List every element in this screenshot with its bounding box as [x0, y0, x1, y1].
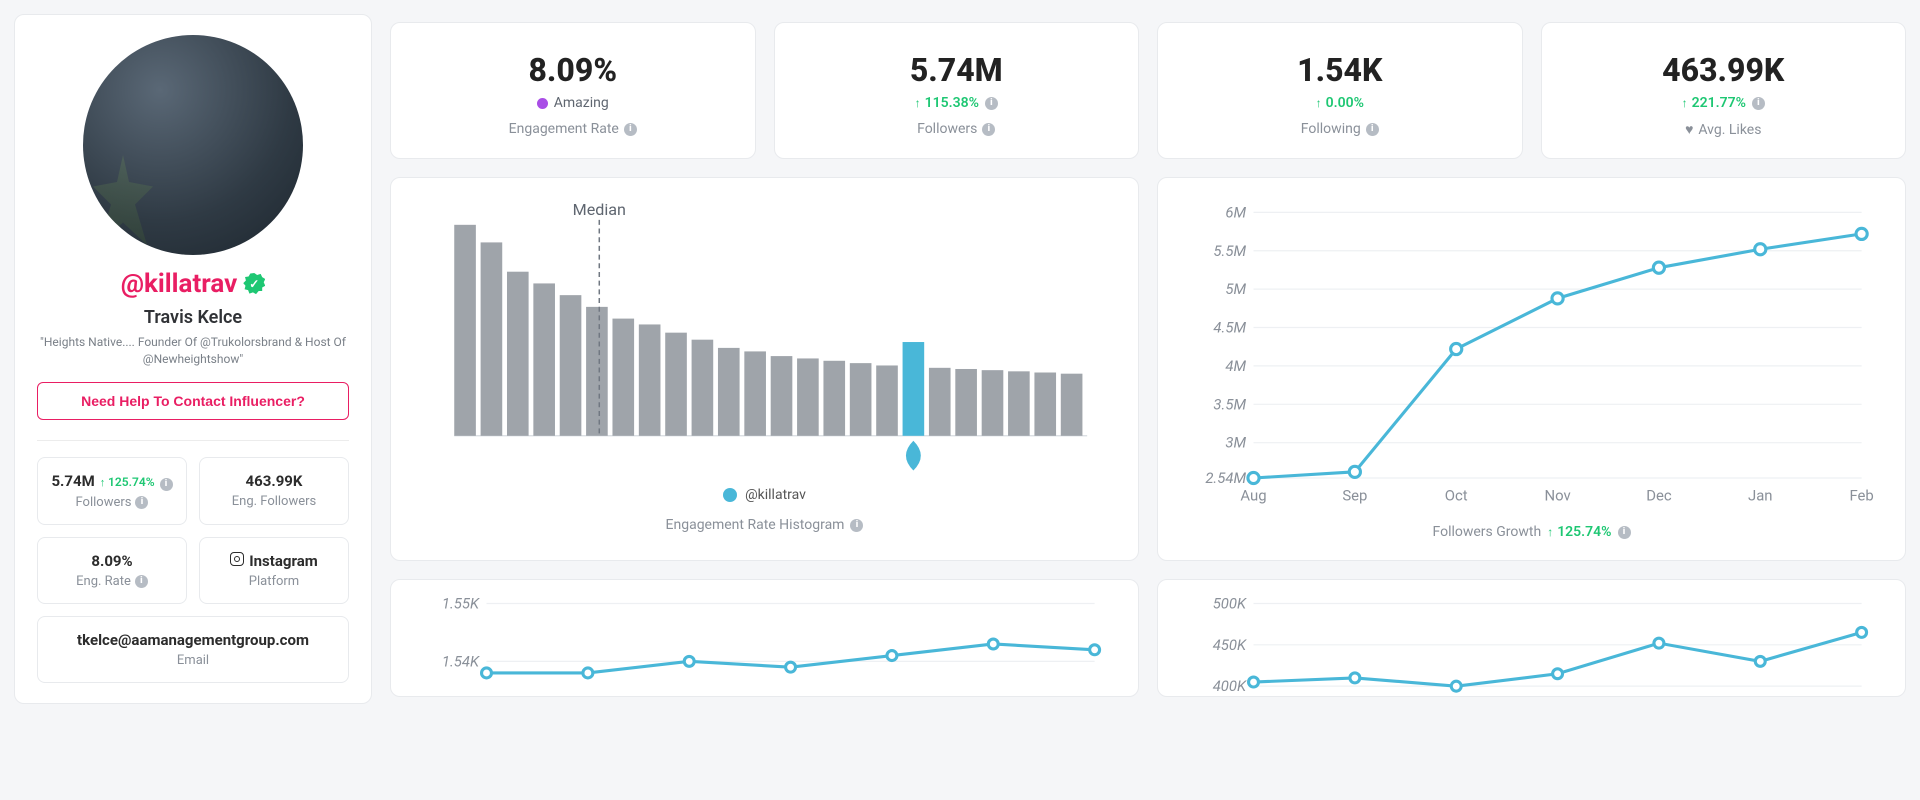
mid-charts-row: Median @killatrav Engagement Rate Histog…	[390, 177, 1906, 561]
panel-bottom-right: 400K 450K 500K	[1157, 579, 1906, 696]
svg-text:400K: 400K	[1213, 677, 1247, 695]
info-icon[interactable]	[850, 519, 863, 532]
svg-text:1.55K: 1.55K	[442, 596, 480, 612]
profile-mini-grid: 5.74M 125.74% Followers 463.99K Eng. Fol…	[37, 457, 349, 683]
histogram-caption: Engagement Rate Histogram	[417, 517, 1112, 533]
bottom-charts-row: 1.54K 1.55K 400K 450K 500K	[390, 579, 1906, 696]
mini-platform-value: Instagram	[249, 552, 317, 570]
mini-engrate-value: 8.09%	[91, 552, 132, 570]
stat-avglikes-value: 463.99K	[1552, 51, 1896, 89]
followers-growth-chart[interactable]: 2.54M 3M 3.5M 4M 4.5M 5M 5.5M 6M Aug Sep Oct Nov Dec…	[1184, 200, 1879, 510]
stat-followers-value: 5.74M	[785, 51, 1129, 89]
stat-card-following[interactable]: 1.54K 0.00% Following	[1157, 22, 1523, 159]
stat-card-engagement-rate[interactable]: 8.09% Amazing Engagement Rate	[390, 22, 756, 159]
histogram-legend-text: @killatrav	[745, 487, 806, 503]
svg-text:4.5M: 4.5M	[1213, 319, 1246, 337]
stat-followers-delta: 115.38%	[915, 95, 979, 111]
profile-sidebar: @killatrav Travis Kelce "Heights Native.…	[14, 14, 372, 704]
svg-text:1.54K: 1.54K	[442, 653, 480, 671]
stat-following-delta: 0.00%	[1316, 95, 1364, 111]
avatar[interactable]	[83, 35, 303, 255]
svg-text:500K: 500K	[1213, 596, 1247, 612]
display-name: Travis Kelce	[37, 307, 349, 328]
info-icon[interactable]	[985, 97, 998, 110]
info-icon[interactable]	[1752, 97, 1765, 110]
panel-bottom-left: 1.54K 1.55K	[390, 579, 1139, 696]
instagram-icon	[230, 552, 244, 566]
legend-swatch-icon	[723, 488, 737, 502]
svg-text:Nov: Nov	[1544, 486, 1570, 504]
avatar-wrap	[37, 35, 349, 255]
stat-following-value: 1.54K	[1168, 51, 1512, 89]
mini-engrate-label: Eng. Rate	[76, 574, 148, 589]
verified-icon	[243, 273, 265, 295]
stat-card-followers[interactable]: 5.74M 115.38% Followers	[774, 22, 1140, 159]
stat-card-avg-likes[interactable]: 463.99K 221.77% ♥ Avg. Likes	[1541, 22, 1907, 159]
stat-engagement-value: 8.09%	[401, 51, 745, 89]
main-content: 8.09% Amazing Engagement Rate 5.74M 115.…	[390, 14, 1906, 704]
mini-followers-value: 5.74M	[51, 472, 94, 490]
info-icon[interactable]	[135, 496, 148, 509]
info-icon[interactable]	[624, 123, 637, 136]
mini-platform-label: Platform	[249, 574, 299, 589]
info-icon[interactable]	[982, 123, 995, 136]
svg-text:2.54M: 2.54M	[1205, 469, 1246, 487]
stat-engagement-label: Engagement Rate	[509, 121, 637, 137]
mini-card-platform[interactable]: Instagram Platform	[199, 537, 349, 604]
mini-card-followers[interactable]: 5.74M 125.74% Followers	[37, 457, 187, 525]
stat-following-label: Following	[1301, 121, 1379, 137]
svg-text:4M: 4M	[1225, 357, 1246, 375]
stat-avglikes-label: ♥ Avg. Likes	[1685, 121, 1761, 138]
mini-followers-delta: 125.74%	[100, 475, 155, 489]
divider	[37, 440, 349, 441]
growth-caption: Followers Growth 125.74%	[1184, 524, 1879, 540]
mini-card-email[interactable]: tkelce@aamanagementgroup.com Email	[37, 616, 349, 683]
stat-followers-label: Followers	[917, 121, 995, 137]
info-icon[interactable]	[160, 478, 173, 491]
mini-engfollowers-value: 463.99K	[246, 472, 303, 490]
svg-text:3.5M: 3.5M	[1213, 395, 1246, 413]
svg-text:6M: 6M	[1225, 203, 1246, 221]
svg-text:5.5M: 5.5M	[1213, 242, 1246, 260]
panel-engagement-histogram: Median @killatrav Engagement Rate Histog…	[390, 177, 1139, 561]
mini-email-value: tkelce@aamanagementgroup.com	[77, 631, 309, 649]
panel-followers-growth: 2.54M 3M 3.5M 4M 4.5M 5M 5.5M 6M Aug Sep Oct Nov Dec…	[1157, 177, 1906, 561]
heart-icon: ♥	[1685, 121, 1693, 138]
bottom-right-chart[interactable]: 400K 450K 500K	[1184, 596, 1879, 695]
top-stats-row: 8.09% Amazing Engagement Rate 5.74M 115.…	[390, 22, 1906, 159]
mini-followers-label: Followers	[76, 495, 149, 510]
mini-engfollowers-label: Eng. Followers	[232, 494, 317, 509]
profile-handle[interactable]: @killatrav	[121, 269, 238, 299]
svg-text:Sep: Sep	[1342, 486, 1367, 504]
svg-text:Jan: Jan	[1748, 486, 1773, 504]
histogram-legend: @killatrav	[417, 487, 1112, 503]
svg-text:3M: 3M	[1225, 434, 1246, 452]
bottom-left-chart[interactable]: 1.54K 1.55K	[417, 596, 1112, 695]
handle-row: @killatrav	[37, 269, 349, 299]
info-icon[interactable]	[1618, 526, 1631, 539]
svg-text:5M: 5M	[1225, 280, 1246, 298]
svg-text:Median: Median	[573, 200, 626, 219]
mini-card-eng-rate[interactable]: 8.09% Eng. Rate	[37, 537, 187, 604]
growth-delta: 125.74%	[1547, 524, 1611, 540]
contact-influencer-button[interactable]: Need Help To Contact Influencer?	[37, 382, 349, 420]
stat-engagement-qualifier: Amazing	[554, 95, 609, 111]
stat-avglikes-delta: 221.77%	[1682, 95, 1746, 111]
svg-text:Dec: Dec	[1646, 486, 1672, 504]
mini-card-eng-followers[interactable]: 463.99K Eng. Followers	[199, 457, 349, 525]
mini-email-label: Email	[177, 653, 209, 668]
profile-bio: "Heights Native.... Founder Of @Trukolor…	[37, 334, 349, 368]
svg-text:450K: 450K	[1213, 636, 1247, 654]
engagement-histogram-chart[interactable]: Median	[417, 200, 1112, 473]
info-icon[interactable]	[135, 575, 148, 588]
svg-text:Oct: Oct	[1445, 486, 1468, 504]
info-icon[interactable]	[1366, 123, 1379, 136]
svg-text:Aug: Aug	[1240, 486, 1266, 504]
qualifier-dot-icon	[537, 98, 548, 109]
svg-text:Feb: Feb	[1849, 486, 1873, 504]
